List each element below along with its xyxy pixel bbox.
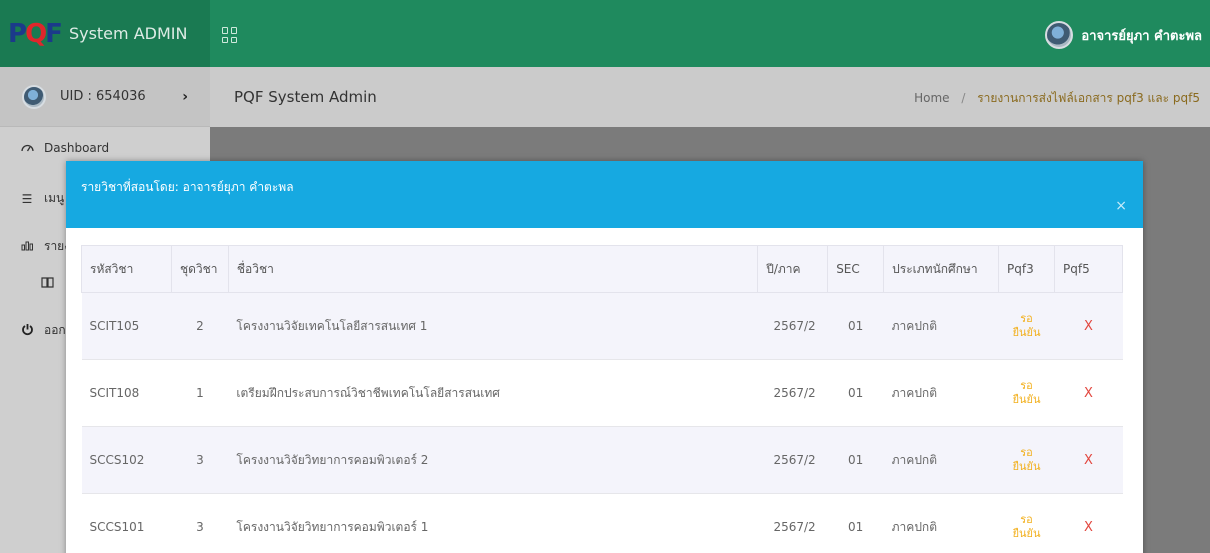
top-navbar: PQF System ADMIN อาจารย์ยุภา คำตะพล xyxy=(0,0,1210,67)
page-header: PQF System Admin Home / รายงานการส่งไฟล์… xyxy=(210,67,1210,127)
pqf3-status[interactable]: รอ ยืนยัน xyxy=(998,359,1055,427)
power-icon xyxy=(20,323,34,339)
pending-status[interactable]: รอ ยืนยัน xyxy=(999,446,1055,474)
course-term: 2567/2 xyxy=(757,426,828,494)
table-row: SCIT108 1 เตรียมฝึกประสบการณ์วิชาชีพเทคโ… xyxy=(81,359,1123,427)
chevron-right-icon[interactable]: › xyxy=(182,89,188,105)
pqf5-status[interactable]: X xyxy=(1054,426,1123,494)
student-type: ภาคปกติ xyxy=(883,493,999,553)
course-term: 2567/2 xyxy=(757,292,828,360)
pending-line1: รอ xyxy=(1020,446,1033,459)
breadcrumb-home[interactable]: Home xyxy=(914,91,949,105)
chart-icon xyxy=(20,240,34,254)
sidebar-item-label: เมนู xyxy=(44,191,65,205)
user-menu[interactable]: อาจารย์ยุภา คำตะพล xyxy=(1045,21,1202,49)
pending-line1: รอ xyxy=(1020,312,1033,325)
close-icon[interactable]: X xyxy=(1055,520,1123,535)
pqf5-status[interactable]: X xyxy=(1054,493,1123,553)
book-icon xyxy=(40,277,54,291)
pending-line1: รอ xyxy=(1020,379,1033,392)
sidebar-item-label: ออก xyxy=(44,323,66,337)
pending-line2: ยืนยัน xyxy=(1012,326,1041,339)
close-icon[interactable]: X xyxy=(1055,453,1123,468)
breadcrumb-current: รายงานการส่งไฟล์เอกสาร pqf3 และ pqf5 xyxy=(977,91,1200,105)
table-row: SCIT105 2 โครงงานวิจัยเทคโนโลยีสารสนเทศ … xyxy=(81,292,1123,360)
column-header: SEC xyxy=(827,245,885,293)
pqf3-status[interactable]: รอ ยืนยัน xyxy=(998,493,1055,553)
course-code: SCCS102 xyxy=(81,426,172,494)
table-row: SCCS102 3 โครงงานวิจัยวิทยาการคอมพิวเตอร… xyxy=(81,426,1123,494)
column-header: รหัสวิชา xyxy=(81,245,172,293)
pending-line2: ยืนยัน xyxy=(1012,393,1041,406)
modal-title: รายวิชาที่สอนโดย: อาจารย์ยุภา คำตะพล xyxy=(81,180,294,194)
courses-table: รหัสวิชา ชุดวิชา ชื่อวิชา ปี/ภาค SEC ประ… xyxy=(81,245,1123,553)
course-code: SCCS101 xyxy=(81,493,172,553)
user-name: อาจารย์ยุภา คำตะพล xyxy=(1081,28,1202,44)
course-term: 2567/2 xyxy=(757,359,828,427)
close-icon[interactable]: X xyxy=(1055,386,1123,401)
table-header-row: รหัสวิชา ชุดวิชา ชื่อวิชา ปี/ภาค SEC ประ… xyxy=(81,245,1123,293)
brand[interactable]: PQF System ADMIN xyxy=(0,0,210,67)
course-set: 3 xyxy=(171,493,229,553)
course-set: 3 xyxy=(171,426,229,494)
pqf5-status[interactable]: X xyxy=(1054,359,1123,427)
course-name: เตรียมฝึกประสบการณ์วิชาชีพเทคโนโลยีสารสน… xyxy=(228,359,758,427)
avatar xyxy=(1045,21,1074,49)
modal-header: รายวิชาที่สอนโดย: อาจารย์ยุภา คำตะพล × xyxy=(66,161,1143,228)
pqf-logo: PQF xyxy=(8,18,63,49)
pqf5-status[interactable]: X xyxy=(1054,292,1123,360)
student-type: ภาคปกติ xyxy=(883,359,999,427)
brand-text: System ADMIN xyxy=(68,24,188,43)
column-header: ชุดวิชา xyxy=(170,245,229,293)
course-name: โครงงานวิจัยวิทยาการคอมพิวเตอร์ 1 xyxy=(228,493,758,553)
course-sec: 01 xyxy=(827,359,884,427)
course-term: 2567/2 xyxy=(757,493,828,553)
student-type: ภาคปกติ xyxy=(883,292,999,360)
column-header: ประเภทนักศึกษา xyxy=(883,245,1000,293)
column-header: Pqf5 xyxy=(1054,245,1123,293)
breadcrumb: Home / รายงานการส่งไฟล์เอกสาร pqf3 และ p… xyxy=(914,89,1200,108)
page-title: PQF System Admin xyxy=(234,88,377,106)
course-sec: 01 xyxy=(827,426,884,494)
pending-line2: ยืนยัน xyxy=(1012,527,1041,541)
dashboard-icon xyxy=(20,141,34,155)
user-id: UID : 654036 xyxy=(60,89,146,104)
course-code: SCIT105 xyxy=(81,292,172,360)
pending-status[interactable]: รอ ยืนยัน xyxy=(999,379,1055,407)
sidebar-user-row[interactable]: UID : 654036 › xyxy=(0,67,210,127)
course-code: SCIT108 xyxy=(81,359,172,427)
student-type: ภาคปกติ xyxy=(883,426,999,494)
course-name: โครงงานวิจัยเทคโนโลยีสารสนเทศ 1 xyxy=(228,292,758,360)
courses-modal: รายวิชาที่สอนโดย: อาจารย์ยุภา คำตะพล × ร… xyxy=(66,161,1143,553)
course-name: โครงงานวิจัยวิทยาการคอมพิวเตอร์ 2 xyxy=(228,426,758,494)
pending-line1: รอ xyxy=(1020,513,1033,527)
pending-line2: ยืนยัน xyxy=(1012,460,1041,473)
close-icon[interactable]: X xyxy=(1055,319,1123,334)
table-row: SCCS101 3 โครงงานวิจัยวิทยาการคอมพิวเตอร… xyxy=(81,493,1123,553)
list-icon: ☰ xyxy=(21,191,33,206)
course-set: 2 xyxy=(171,292,229,360)
column-header: Pqf3 xyxy=(998,245,1056,293)
sidebar-item-label: Dashboard xyxy=(44,141,110,155)
breadcrumb-separator: / xyxy=(961,91,966,105)
pqf3-status[interactable]: รอ ยืนยัน xyxy=(998,426,1055,494)
apps-grid-icon[interactable] xyxy=(222,27,238,43)
close-icon[interactable]: × xyxy=(1115,198,1127,214)
course-sec: 01 xyxy=(827,292,884,360)
column-header: ชื่อวิชา xyxy=(227,245,759,293)
column-header: ปี/ภาค xyxy=(757,245,829,293)
sidebar-item-dashboard[interactable]: Dashboard xyxy=(0,141,210,155)
pqf3-status[interactable]: รอ ยืนยัน xyxy=(998,292,1055,360)
course-sec: 01 xyxy=(827,493,884,553)
pending-status[interactable]: รอ ยืนยัน xyxy=(999,312,1055,340)
pending-status[interactable]: รอ ยืนยัน xyxy=(999,513,1055,541)
course-set: 1 xyxy=(171,359,229,427)
avatar xyxy=(22,84,46,109)
